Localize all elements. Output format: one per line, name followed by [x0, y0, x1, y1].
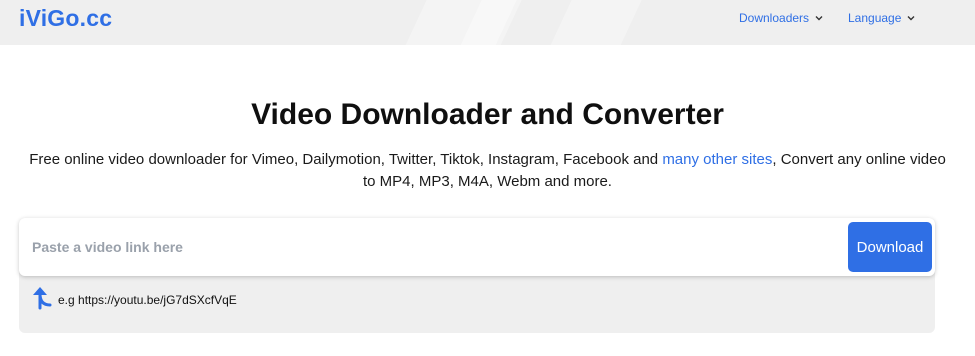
nav-language[interactable]: Language — [848, 11, 916, 25]
page-description: Free online video downloader for Vimeo, … — [25, 149, 950, 193]
download-button[interactable]: Download — [848, 222, 932, 272]
description-text: Free online video downloader for Vimeo, … — [29, 151, 663, 168]
nav-language-label: Language — [848, 11, 902, 25]
many-other-sites-link[interactable]: many other sites — [662, 151, 772, 168]
example-url: e.g https://youtu.be/jG7dSXcfVqE — [58, 293, 237, 307]
header-decoration — [539, 0, 651, 45]
nav-downloaders[interactable]: Downloaders — [739, 11, 824, 25]
chevron-down-icon — [907, 16, 915, 21]
chevron-down-icon — [815, 16, 823, 21]
nav-downloaders-label: Downloaders — [739, 11, 810, 25]
video-link-input[interactable] — [32, 232, 832, 262]
example-hint: e.g https://youtu.be/jG7dSXcfVqE — [30, 286, 237, 310]
search-box: Download — [19, 218, 935, 276]
site-logo[interactable]: iViGo.cc — [19, 5, 112, 32]
arrow-up-left-icon — [33, 287, 52, 310]
page-title: Video Downloader and Converter — [251, 98, 724, 131]
site-header: iViGo.cc Downloaders Language — [0, 0, 975, 45]
